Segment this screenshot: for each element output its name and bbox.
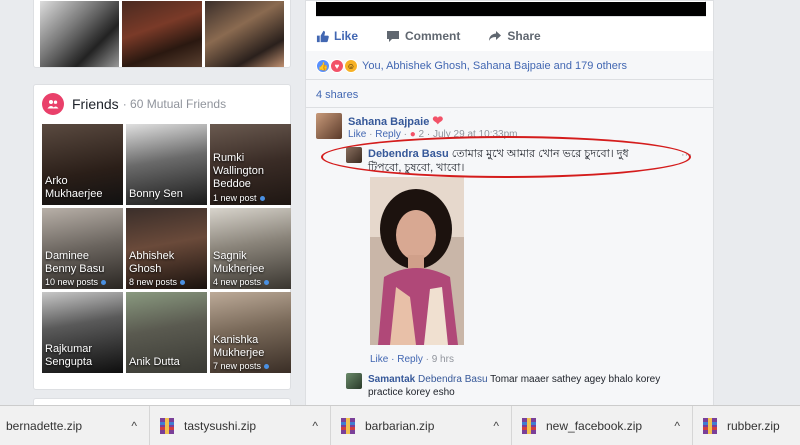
download-item[interactable]: rubber.zip [693,406,799,445]
friends-header[interactable]: Friends · 60 Mutual Friends [42,93,286,115]
comment-meta: Like · Reply · 9 hrs [370,354,454,365]
share-button[interactable]: Share [488,29,541,43]
friend-new-posts: 8 new posts [129,277,186,287]
friend-name[interactable]: Daminee Benny Basu [45,250,121,276]
highlight-ellipse [321,136,691,178]
download-filename: barbarian.zip [365,419,435,433]
friends-title: Friends [72,96,119,112]
download-filename: tastysushi.zip [184,419,257,433]
friend-name[interactable]: Kanishka Mukherjee [213,334,289,360]
download-item[interactable]: new_facebook.zip ^ [512,406,693,445]
friend-tile[interactable]: Arko Mukhaerjee [42,124,123,205]
friend-tile[interactable]: Bonny Sen [126,124,207,205]
comment-reply: Samantak Debendra Basu Tomar maaer sathe… [346,373,660,398]
friend-tile[interactable]: Sagnik Mukherjee 4 new posts [210,208,291,289]
download-shelf: bernadette.zip ^ tastysushi.zip ^ barbar… [0,405,800,445]
comment-reply-link[interactable]: Reply [397,354,423,365]
comment-author[interactable]: Samantak [368,374,415,385]
comment: Sahana Bajpaie ❤ Like · Reply · ● 2 · Jul… [316,113,518,140]
share-icon [489,31,502,41]
chevron-up-icon[interactable]: ^ [312,419,318,433]
like-label: Like [334,29,359,43]
download-filename: new_facebook.zip [546,419,643,433]
comment-like-link[interactable]: Like [348,129,366,140]
comment-time[interactable]: · 9 hrs [426,354,454,365]
comments-section [306,51,713,409]
friends-card: Friends · 60 Mutual Friends Arko Mukhaer… [33,84,291,390]
friend-tile[interactable]: Daminee Benny Basu 10 new posts [42,208,123,289]
divider [306,79,713,80]
post-card: Like Comment Share 👍 ♥ ☺ You, Abhishek G… [305,0,714,410]
friends-icon [42,93,64,115]
avatar[interactable] [316,113,342,139]
friend-name[interactable]: Rajkumar Sengupta [45,343,121,369]
download-item[interactable]: barbarian.zip ^ [331,406,512,445]
friends-grid: Arko Mukhaerjee Bonny Sen Rumki Wallingt… [42,124,291,373]
download-item[interactable]: bernadette.zip ^ [0,406,150,445]
friend-name[interactable]: Rumki Wallington Beddoe [213,152,289,191]
zip-archive-icon [341,418,355,434]
friend-new-posts: 7 new posts [213,361,270,371]
divider [306,107,713,108]
zip-archive-icon [522,418,536,434]
friend-tile[interactable]: Abhishek Ghosh 8 new posts [126,208,207,289]
friend-tile[interactable]: Kanishka Mukherjee 7 new posts [210,292,291,373]
friend-name[interactable]: Abhishek Ghosh [129,250,205,276]
friend-tile[interactable]: Anik Dutta [126,292,207,373]
reactions-summary[interactable]: 👍 ♥ ☺ You, Abhishek Ghosh, Sahana Bajpai… [316,59,627,73]
like-reaction-icon: 👍 [316,59,330,73]
love-reaction-icon: ♥ [330,59,344,73]
friend-new-posts: 10 new posts [45,277,107,287]
friend-name[interactable]: Bonny Sen [129,188,205,201]
tagged-user[interactable]: Debendra Basu [418,374,488,385]
post-content-bar [316,2,706,16]
wow-reaction-icon: ☺ [344,59,358,73]
chevron-up-icon[interactable]: ^ [674,419,680,433]
friend-new-posts: 4 new posts [213,277,270,287]
zip-archive-icon [160,418,174,434]
thumbs-up-icon [316,30,329,42]
mutual-friends-count: · 60 Mutual Friends [122,97,227,111]
reactions-text[interactable]: You, Abhishek Ghosh, Sahana Bajpaie and … [362,60,627,72]
friend-tile[interactable]: Rajkumar Sengupta [42,292,123,373]
download-item[interactable]: tastysushi.zip ^ [150,406,331,445]
comment-like-link[interactable]: Like [370,354,388,365]
share-label: Share [507,29,541,43]
comment-label: Comment [405,29,461,43]
download-filename: bernadette.zip [6,419,83,433]
avatar[interactable] [346,373,362,389]
post-actions: Like Comment Share [316,29,541,43]
like-button[interactable]: Like [316,29,358,43]
friend-new-posts: 1 new post [213,193,265,203]
photo-thumbnail[interactable] [40,1,120,67]
friend-name[interactable]: Anik Dutta [129,356,205,369]
chevron-up-icon[interactable]: ^ [493,419,499,433]
comment-icon [387,30,400,42]
photo-thumbnail[interactable] [122,1,202,67]
photos-strip [33,0,291,68]
photo-thumbnail[interactable] [204,1,284,67]
comment-button[interactable]: Comment [386,29,460,43]
zip-archive-icon [703,418,717,434]
friend-name[interactable]: Sagnik Mukherjee [213,250,289,276]
comment-reply-link[interactable]: Reply [375,129,401,140]
chevron-up-icon[interactable]: ^ [131,419,137,433]
shares-count[interactable]: 4 shares [316,89,358,101]
friend-name[interactable]: Arko Mukhaerjee [45,175,121,201]
friend-tile[interactable]: Rumki Wallington Beddoe 1 new post [210,124,291,205]
comment-body: Samantak Debendra Basu Tomar maaer sathe… [368,373,678,399]
comment-author[interactable]: Sahana Bajpaie ❤ [348,113,443,129]
comment-video[interactable] [370,177,464,345]
heart-icon: ❤ [432,113,444,128]
download-filename: rubber.zip [727,419,780,433]
